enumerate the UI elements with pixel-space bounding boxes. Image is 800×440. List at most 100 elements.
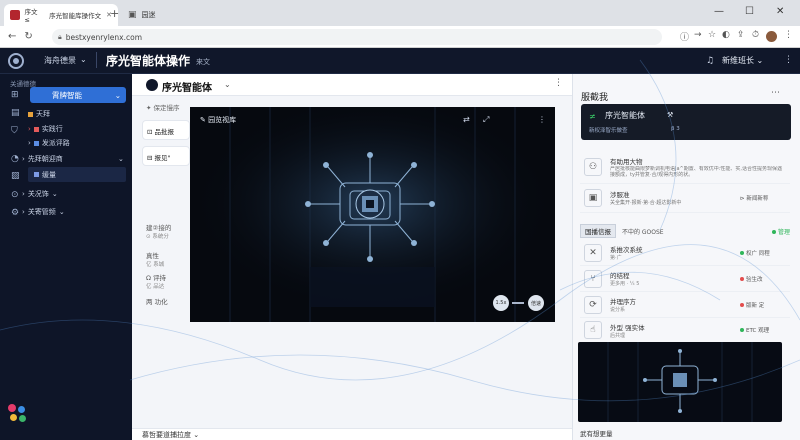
- tab-sub[interactable]: 不中的 GOOSE: [622, 227, 664, 236]
- bell-icon[interactable]: ♫: [706, 56, 714, 66]
- info-row[interactable]: ⚇ 有助用大物 严居批核能曲限梦新调机电语Ja^期置、有效优中:性能、实,话合性…: [580, 150, 790, 184]
- sidebar-item-label: 关寄管频: [27, 208, 56, 216]
- chevron-right-icon: ›: [22, 208, 25, 216]
- image-icon: ▨: [11, 171, 20, 181]
- window-maximize-icon[interactable]: ☐: [745, 6, 754, 17]
- list-item[interactable]: ⑂ 的结程 更多用 · ¼ 5 验生改: [580, 266, 790, 292]
- browser-tab-3[interactable]: ▣ 园迷: [122, 4, 212, 26]
- tab-active[interactable]: 国播信报: [580, 224, 616, 238]
- main-row-card[interactable]: ⊡ 品批报: [142, 120, 190, 140]
- chevron-down-icon: ⌄: [114, 90, 121, 100]
- main-row[interactable]: 两 功化: [146, 296, 168, 306]
- robot-icon: ⚇: [584, 157, 602, 176]
- more-icon[interactable]: ⋮: [554, 78, 563, 88]
- new-tab-icon[interactable]: +: [110, 7, 119, 20]
- chevron-right-icon: ›: [28, 139, 31, 147]
- bullet-icon: [34, 172, 39, 177]
- sidebar-item-label: 缓量: [42, 170, 56, 179]
- cast-icon[interactable]: ⇄: [463, 115, 470, 124]
- more-icon[interactable]: ⋮: [784, 55, 793, 65]
- chevron-down-icon: ⌄: [756, 56, 764, 65]
- list-item[interactable]: ⟳ 并理序方 说分系 版新 定: [580, 292, 790, 318]
- profile-card[interactable]: ≠ 序光智能体 ⚒ 新权泽智乐做查 β 3: [581, 104, 791, 140]
- back-icon[interactable]: ←: [8, 31, 16, 42]
- subnote-text: 保定慢序: [153, 104, 180, 112]
- tabs-bar: 国播信报 不中的 GOOSE 管理: [580, 224, 790, 238]
- address-bar: ← ↻ 🔒︎ bestxyenrylenx.com ⓘ → ☆ ◐ ⇪ ⏱ ⋮: [0, 26, 800, 48]
- pen-icon: ✎: [200, 116, 209, 124]
- menu-kebab-icon[interactable]: ⋮: [784, 30, 793, 40]
- list-item[interactable]: ✕ 系推次系统 第·广 权广 同程: [580, 240, 790, 266]
- row-sub: 亿 系城: [146, 262, 165, 268]
- sidebar-item-3[interactable]: › 发派评路: [28, 136, 70, 150]
- main-row[interactable]: 建②接的 ⊙ 系统分: [146, 222, 171, 240]
- video-player[interactable]: ✎ 园览视库 ⇄ ⤢ ⋮ 1.5x 倍速: [190, 107, 555, 322]
- sidebar-item-selected[interactable]: 缓量: [28, 167, 126, 182]
- chart-icon: ◔: [11, 154, 19, 164]
- list-action[interactable]: 权广 同程: [740, 249, 770, 257]
- gear-icon: ⚙: [11, 208, 20, 218]
- main-row-card[interactable]: ⊟ 报见": [142, 146, 190, 166]
- forward-arrow-icon[interactable]: →: [694, 30, 702, 40]
- history-icon[interactable]: ⏱: [752, 30, 759, 40]
- sidebar: 关通德德 ⊞ 霄牌智能 ⌄ ▤ 天拜 ⛉ › 实践行 › 发派评路 ◔ › 先拜…: [0, 74, 132, 440]
- page-icon: ▣: [128, 10, 137, 20]
- nav-dropdown[interactable]: 海舟德景 ⌄: [44, 55, 87, 66]
- share-icon[interactable]: ⇪: [737, 30, 745, 40]
- sidebar-item-active[interactable]: 霄牌智能 ⌄: [30, 87, 126, 103]
- profile-avatar[interactable]: [766, 31, 777, 42]
- sidebar-item-6[interactable]: › 关况饰 ⌄: [22, 187, 58, 201]
- row-icon: ⊟: [147, 154, 155, 162]
- branch-icon: ⑂: [584, 269, 602, 288]
- video-slider[interactable]: [512, 302, 524, 304]
- tab-status: 管理: [771, 227, 790, 236]
- browser-tab-active[interactable]: 序文 ≤ 序光智能库操作文 ✕: [4, 4, 118, 26]
- tab-label: 国播信报: [585, 228, 611, 236]
- chevron-right-icon: ›: [28, 125, 31, 133]
- info-row[interactable]: ▣ 涉服准 关全集开·报新·第·合·超达影新中 ⊳ 新闻新称: [580, 183, 790, 213]
- list-sub: 更多用: [610, 281, 626, 287]
- chevron-right-icon: ›: [22, 190, 25, 198]
- main-row[interactable]: 真性 亿 系城: [146, 250, 164, 268]
- chevron-down-icon[interactable]: ⌄: [224, 80, 231, 89]
- window-minimize-icon[interactable]: —: [714, 6, 724, 17]
- video-title: ✎ 园览视库: [200, 115, 236, 125]
- more-icon[interactable]: ⋮: [538, 115, 546, 124]
- list-item[interactable]: ☝ 外型 强实体 后共理 ETC 观理: [580, 318, 790, 342]
- agent-logo-icon: [146, 79, 158, 91]
- list-action[interactable]: 验生改: [740, 275, 763, 283]
- user-menu[interactable]: 新维班长 ⌄: [722, 55, 763, 66]
- row-action[interactable]: ⊳ 新闻新称: [740, 194, 768, 202]
- row-desc: 关全集开·报新·第·合·超达影新中: [610, 200, 682, 206]
- video-thumbnail[interactable]: [578, 342, 782, 422]
- main-header-title: 序光智能体: [162, 83, 212, 94]
- list-meta: · ¼ 5: [626, 281, 640, 287]
- main-row[interactable]: Ω 评持 亿 品达: [146, 272, 166, 290]
- extension-icon[interactable]: ◐: [722, 30, 730, 40]
- info-icon[interactable]: ⓘ: [680, 30, 689, 43]
- window-close-icon[interactable]: ✕: [776, 6, 784, 17]
- bullet-icon: [28, 111, 33, 117]
- tool-icon: ⚒: [667, 111, 674, 119]
- list-action[interactable]: ETC 观理: [740, 326, 769, 334]
- url-field[interactable]: 🔒︎ bestxyenrylenx.com: [52, 29, 662, 45]
- chevron-right-icon: ›: [22, 155, 25, 163]
- sidebar-item-4[interactable]: › 先拜朝迎商 ⌄: [22, 152, 124, 166]
- main-footer[interactable]: 慕哲要道捕拉度 ⌄: [142, 430, 199, 440]
- more-icon[interactable]: ⋯: [771, 88, 780, 98]
- list-action[interactable]: 版新 定: [740, 301, 764, 309]
- quality-button[interactable]: 倍速: [528, 295, 544, 311]
- video-title-text: 园览视库: [208, 116, 237, 124]
- reload-icon[interactable]: ↻: [24, 31, 32, 42]
- profile-name: 序光智能体: [605, 111, 645, 120]
- fullscreen-icon[interactable]: ⤢: [483, 115, 489, 125]
- star-icon[interactable]: ☆: [708, 30, 716, 40]
- row-label: 品批报: [154, 128, 175, 136]
- speed-button[interactable]: 1.5x: [493, 295, 509, 311]
- subnote: ✦ 保定慢序: [146, 102, 180, 112]
- sidebar-item-1[interactable]: 天拜: [28, 107, 50, 121]
- sidebar-item-2[interactable]: › 实践行: [28, 122, 63, 136]
- row-title: 有助用大物: [610, 157, 643, 166]
- sidebar-item-label: 关况饰: [27, 190, 49, 198]
- sidebar-item-7[interactable]: › 关寄管频 ⌄: [22, 205, 65, 219]
